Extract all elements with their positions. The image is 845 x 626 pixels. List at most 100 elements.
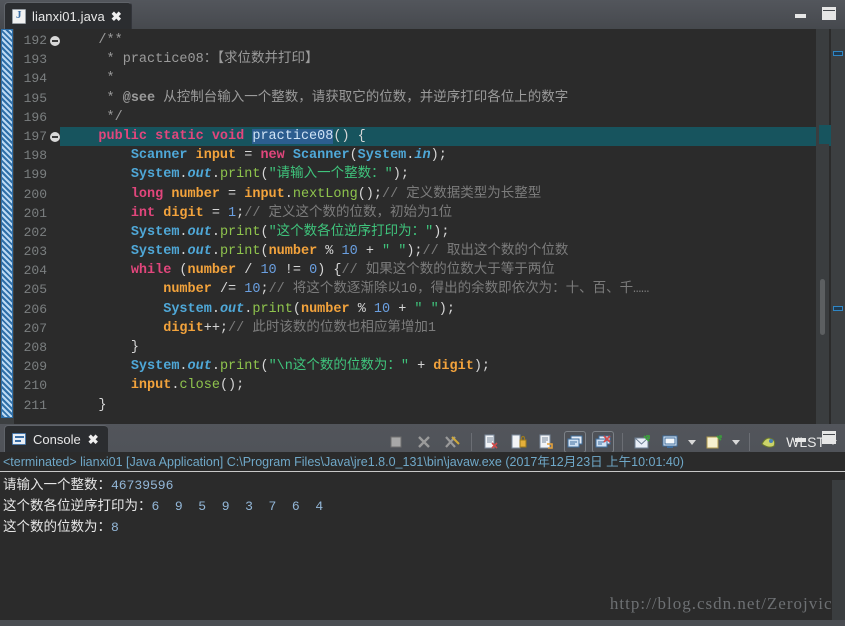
- console-vertical-scrollbar[interactable]: [832, 480, 845, 626]
- code-line[interactable]: *: [60, 69, 845, 88]
- annotation-ruler[interactable]: [0, 29, 14, 424]
- console-titlebar: Console ✖ WLST: [0, 424, 845, 453]
- console-output-line: 这个数各位逆序打印为：6 9 5 9 3 7 6 4: [0, 495, 845, 516]
- editor-tab-label: lianxi01.java: [32, 8, 105, 24]
- eclipse-ide-window: lianxi01.java ✖ 192 193 194 195 196 197 198 199…: [0, 0, 845, 626]
- code-line[interactable]: }: [60, 338, 845, 357]
- remove-all-terminated-button[interactable]: [441, 431, 463, 453]
- console-value-text: 6 9 5 9 3 7 6 4: [151, 499, 324, 514]
- code-line[interactable]: System.out.print("这个数各位逆序打印为：");: [60, 223, 845, 242]
- line-number: 203: [23, 244, 47, 260]
- scrollbar-thumb[interactable]: [820, 279, 825, 335]
- scroll-lock-button[interactable]: [508, 431, 530, 453]
- maximize-icon[interactable]: [822, 431, 836, 444]
- line-number: 192: [14, 31, 60, 50]
- console-window-buttons-group: [795, 431, 836, 444]
- console-value-text: 8: [111, 520, 119, 535]
- overview-marker[interactable]: [833, 51, 843, 56]
- console-output-area[interactable]: <terminated> lianxi01 [Java Application]…: [0, 452, 845, 626]
- editor-vertical-scrollbar[interactable]: [816, 29, 829, 424]
- code-line[interactable]: * practice08：【求位数并打印】: [60, 50, 845, 69]
- code-line[interactable]: input.close();: [60, 376, 845, 395]
- overview-ruler[interactable]: [831, 29, 845, 424]
- code-line[interactable]: digit++;// 此时该数的位数也相应第增加1: [60, 319, 845, 338]
- code-line[interactable]: System.out.print(number % 10 + " ");: [60, 300, 845, 319]
- code-line[interactable]: Scanner input = new Scanner(System.in);: [60, 146, 845, 165]
- code-line[interactable]: */: [60, 108, 845, 127]
- code-line[interactable]: /**: [60, 31, 845, 50]
- fold-collapse-icon[interactable]: [50, 131, 60, 142]
- close-icon[interactable]: ✖: [111, 10, 122, 23]
- line-number: 196: [23, 109, 47, 125]
- java-file-icon: [12, 8, 26, 24]
- show-console-on-error-button[interactable]: [592, 431, 615, 453]
- console-tab[interactable]: Console ✖: [4, 425, 108, 452]
- code-line[interactable]: System.out.print(number % 10 + " ");// 取…: [60, 242, 845, 261]
- word-wrap-button[interactable]: [536, 431, 558, 453]
- console-icon: [12, 433, 26, 445]
- remove-launch-button[interactable]: [413, 431, 435, 453]
- code-text-area[interactable]: /** * practice08：【求位数并打印】 * * @see 从控制台输…: [60, 29, 845, 424]
- line-number: 210: [23, 378, 47, 394]
- line-number: 207: [23, 320, 47, 336]
- terminated-process-label: <terminated> lianxi01 [Java Application]…: [0, 452, 845, 472]
- code-line[interactable]: * @see 从控制台输入一个整数，请获取它的位数，并逆序打印各位上的数字: [60, 89, 845, 108]
- show-console-on-output-button[interactable]: [564, 431, 587, 453]
- terminate-button[interactable]: [385, 431, 407, 453]
- console-prompt-text: 这个数的位数为：: [3, 519, 111, 534]
- console-prompt-text: 请输入一个整数：: [3, 477, 111, 492]
- line-number: 194: [23, 71, 47, 87]
- line-number: 199: [23, 167, 47, 183]
- toolbar-separator: [749, 433, 751, 451]
- line-number: 198: [23, 148, 47, 164]
- display-selected-console-button[interactable]: [659, 431, 681, 453]
- code-line[interactable]: public static void practice08() {: [60, 126, 845, 147]
- line-number: 197: [14, 127, 60, 146]
- line-number: 209: [23, 359, 47, 375]
- line-number: 200: [23, 186, 47, 202]
- code-line[interactable]: }: [60, 396, 845, 415]
- code-line[interactable]: int digit = 1;// 定义这个数的位数，初始为1位: [60, 204, 845, 223]
- toolbar-separator: [622, 433, 624, 451]
- editor-window-buttons: [795, 7, 836, 20]
- console-value-text: 46739596: [111, 478, 174, 493]
- line-number-ruler: 192 193 194 195 196 197 198 199 200 201 202 203 204 2…: [14, 29, 60, 424]
- console-output-line: 这个数的位数为：8: [0, 516, 845, 537]
- overview-marker[interactable]: [833, 306, 843, 311]
- line-number: 195: [23, 90, 47, 106]
- console-prompt-text: 这个数各位逆序打印为：: [3, 498, 152, 513]
- pin-console-button[interactable]: [631, 431, 653, 453]
- watermark-text: http://blog.csdn.net/Zerojvico: [609, 594, 842, 613]
- line-number: 206: [23, 301, 47, 317]
- console-output-lines: 请输入一个整数：46739596 这个数各位逆序打印为：6 9 5 9 3 7 6…: [0, 472, 845, 537]
- clear-console-button[interactable]: [480, 431, 502, 453]
- code-line[interactable]: System.out.print("请输入一个整数：");: [60, 165, 845, 184]
- chevron-down-icon[interactable]: [688, 439, 697, 445]
- close-icon[interactable]: ✖: [88, 433, 99, 446]
- minimize-icon[interactable]: [795, 14, 806, 18]
- line-number: 202: [23, 224, 47, 240]
- open-console-button[interactable]: [703, 431, 725, 453]
- toolbar-separator: [471, 433, 473, 451]
- console-output-line: 请输入一个整数：46739596: [0, 474, 845, 495]
- maximize-icon[interactable]: [822, 7, 836, 20]
- line-number: 204: [23, 263, 47, 279]
- chevron-down-icon[interactable]: [732, 439, 741, 445]
- editor-body: 192 193 194 195 196 197 198 199 200 201 202 203 204 2…: [0, 29, 845, 424]
- fold-collapse-icon[interactable]: [50, 36, 60, 46]
- code-line[interactable]: long number = input.nextLong();// 定义数据类型…: [60, 185, 845, 204]
- code-line[interactable]: while (number / 10 != 0) {// 如果这个数的位数大于等…: [60, 261, 845, 280]
- line-number: 205: [23, 282, 47, 298]
- line-number: 208: [23, 340, 47, 355]
- line-number: 201: [23, 205, 47, 221]
- editor-titlebar: lianxi01.java ✖: [0, 0, 845, 29]
- code-line[interactable]: number /= 10;// 将这个数逐渐除以10，得出的余数即依次为：十、百…: [60, 280, 845, 299]
- minimize-icon[interactable]: [795, 438, 806, 442]
- console-tab-label: Console: [33, 431, 81, 447]
- bottom-scrollbar[interactable]: [0, 620, 845, 626]
- wlst-icon[interactable]: [758, 431, 780, 453]
- overview-current-line-marker: [819, 125, 831, 144]
- editor-tab-lianxi01[interactable]: lianxi01.java ✖: [4, 2, 132, 29]
- code-line[interactable]: System.out.print("\n这个数的位数为：" + digit);: [60, 357, 845, 376]
- line-number: 211: [23, 397, 47, 413]
